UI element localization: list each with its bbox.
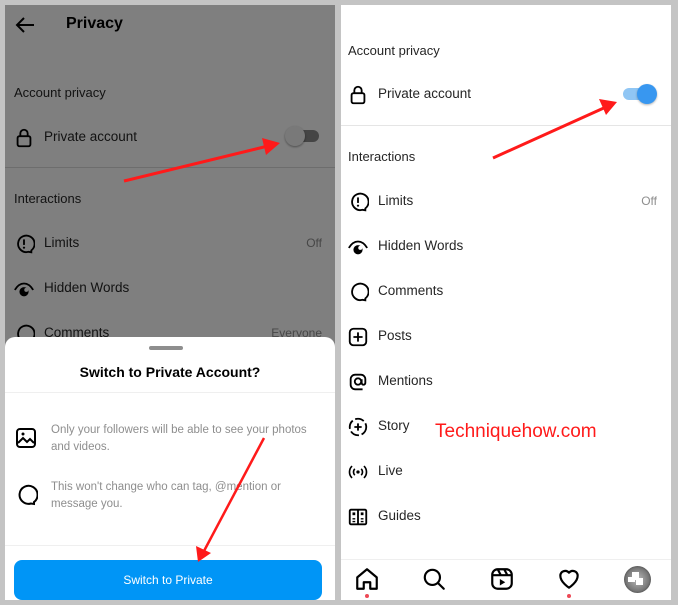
avatar-detail [628, 577, 635, 582]
plus-square-icon [348, 327, 368, 347]
hidden-words-label: Hidden Words [378, 238, 464, 253]
dialog-info-text: This won't change who can tag, @mention … [51, 481, 281, 510]
nav-reels[interactable] [489, 566, 515, 592]
private-account-toggle[interactable] [619, 83, 657, 105]
comments-label: Comments [378, 283, 444, 298]
left-screen: Privacy Account privacy Private account … [5, 5, 335, 600]
account-privacy-heading: Account privacy [348, 43, 440, 58]
avatar-detail [636, 578, 643, 585]
watermark: Techniquehow.com [435, 421, 597, 442]
live-row[interactable]: Live [341, 456, 671, 486]
story-label: Story [378, 418, 410, 433]
notification-dot [567, 594, 571, 598]
mentions-row[interactable]: Mentions [341, 366, 671, 396]
posts-label: Posts [378, 328, 412, 343]
limits-value: Off [641, 194, 657, 208]
divider [341, 125, 671, 126]
dialog-info-text: Only your followers will be able to see … [51, 424, 307, 453]
comment-icon [18, 484, 38, 506]
nav-home[interactable] [354, 566, 380, 598]
guides-label: Guides [378, 508, 421, 523]
nav-search[interactable] [421, 566, 447, 592]
heart-icon [559, 569, 579, 589]
notification-dot [365, 594, 369, 598]
guides-icon [348, 508, 368, 526]
hidden-words-row[interactable]: Hidden Words [341, 231, 671, 261]
switch-private-dialog: Switch to Private Account? Only your fol… [5, 337, 335, 600]
hidden-words-icon [348, 240, 368, 255]
home-icon [356, 568, 378, 590]
lock-icon [350, 85, 366, 105]
nav-activity[interactable] [556, 566, 582, 598]
at-icon [349, 373, 367, 391]
guides-row[interactable]: Guides [341, 501, 671, 531]
divider [5, 545, 335, 546]
divider [5, 392, 335, 393]
posts-row[interactable]: Posts [341, 321, 671, 351]
switch-to-private-button[interactable]: Switch to Private [14, 560, 322, 600]
limits-label: Limits [378, 193, 414, 208]
dialog-info-item: Only your followers will be able to see … [5, 422, 335, 462]
live-icon [348, 465, 368, 479]
interactions-heading: Interactions [348, 149, 416, 164]
toggle-thumb [637, 84, 657, 104]
private-account-row[interactable]: Private account [341, 79, 671, 109]
right-screen: Account privacy Private account Interact… [341, 5, 671, 600]
dialog-title: Switch to Private Account? [79, 364, 261, 380]
photo-icon [16, 428, 36, 448]
drag-handle[interactable] [149, 346, 183, 350]
mentions-label: Mentions [378, 373, 433, 388]
private-account-label: Private account [378, 86, 472, 101]
reels-icon [491, 568, 513, 590]
dialog-info-item: This won't change who can tag, @mention … [5, 479, 335, 519]
bottom-nav [341, 559, 671, 600]
search-icon [423, 568, 445, 590]
nav-profile-avatar[interactable] [624, 566, 651, 593]
limits-row[interactable]: Limits Off [341, 186, 671, 216]
comments-row[interactable]: Comments [341, 276, 671, 306]
story-add-icon [348, 417, 368, 437]
limits-icon [351, 192, 369, 212]
live-label: Live [378, 463, 403, 478]
comment-icon [351, 282, 369, 302]
